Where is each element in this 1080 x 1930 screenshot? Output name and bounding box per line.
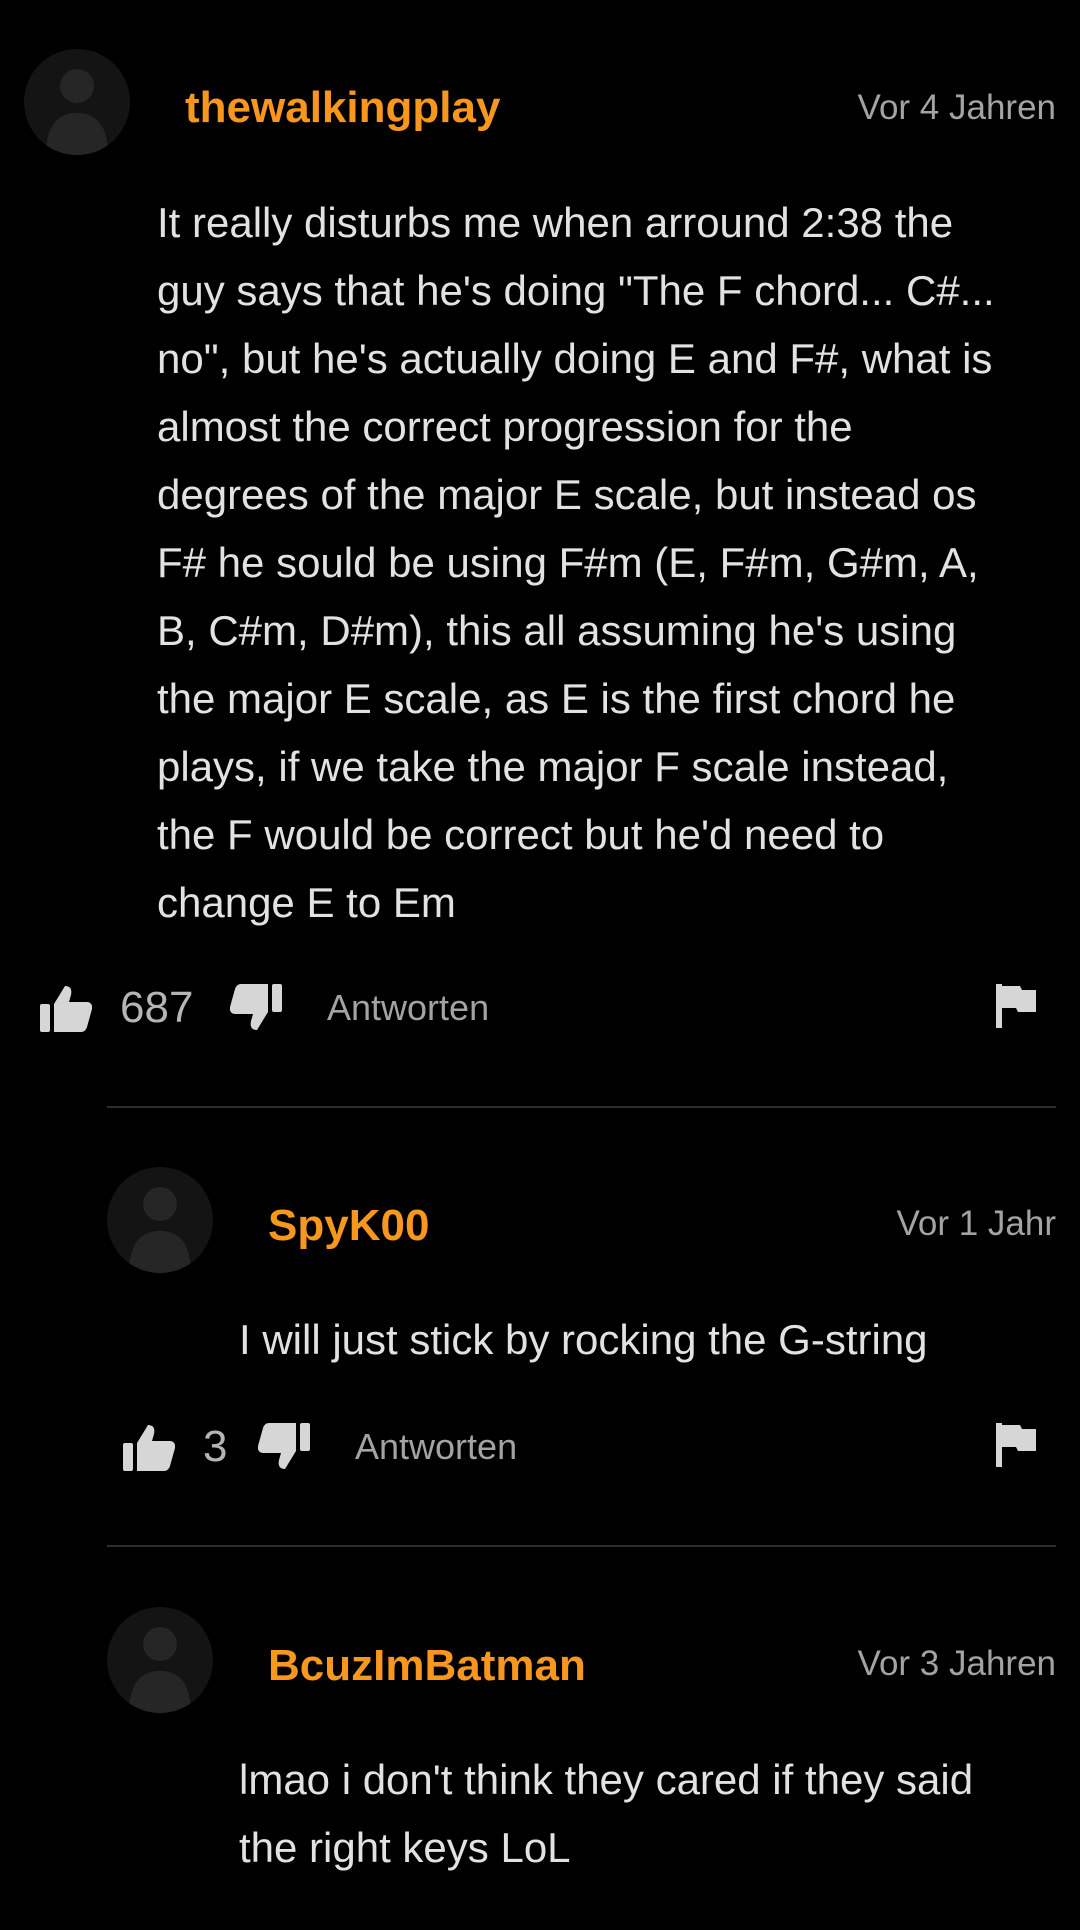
comment-username[interactable]: BcuzImBatman [268,1640,586,1692]
comment-timestamp: Vor 4 Jahren [857,88,1056,127]
comment-divider [107,1545,1056,1547]
reply-comment-item: SpyK00 Vor 1 Jahr I will just stick by r… [0,1108,1080,1548]
comment-username[interactable]: thewalkingplay [185,82,500,134]
thumbs-up-icon[interactable] [40,986,92,1032]
thumbs-down-icon[interactable] [230,984,282,1030]
user-avatar-icon[interactable] [107,1607,213,1713]
like-count: 687 [120,983,194,1032]
reply-comment-item: BcuzImBatman Vor 3 Jahren lmao i don't t… [0,1548,1080,1930]
comment-timestamp: Vor 3 Jahren [857,1644,1056,1683]
flag-icon[interactable] [996,984,1038,1028]
thumbs-down-icon[interactable] [258,1423,310,1469]
like-count: 3 [203,1422,228,1471]
comment-actions: 687 Antworten [0,978,1080,1038]
flag-icon[interactable] [996,1423,1038,1467]
thumbs-up-icon[interactable] [123,1425,175,1471]
comment-text: lmao i don't think they cared if they sa… [239,1756,974,1871]
comment-actions: 3 Antworten [0,1417,1080,1477]
comment-text: It really disturbs me when arround 2:38 … [157,199,995,926]
user-avatar-icon[interactable] [24,49,130,155]
comment-text: I will just stick by rocking the G-strin… [239,1316,928,1363]
comment-username[interactable]: SpyK00 [268,1200,429,1252]
comment-timestamp: Vor 1 Jahr [896,1204,1056,1243]
comments-page: thewalkingplay Vor 4 Jahren It really di… [0,0,1080,1930]
reply-button[interactable]: Antworten [327,978,489,1038]
user-avatar-icon[interactable] [107,1167,213,1273]
reply-button[interactable]: Antworten [355,1417,517,1477]
comment-item: thewalkingplay Vor 4 Jahren It really di… [0,0,1080,1080]
